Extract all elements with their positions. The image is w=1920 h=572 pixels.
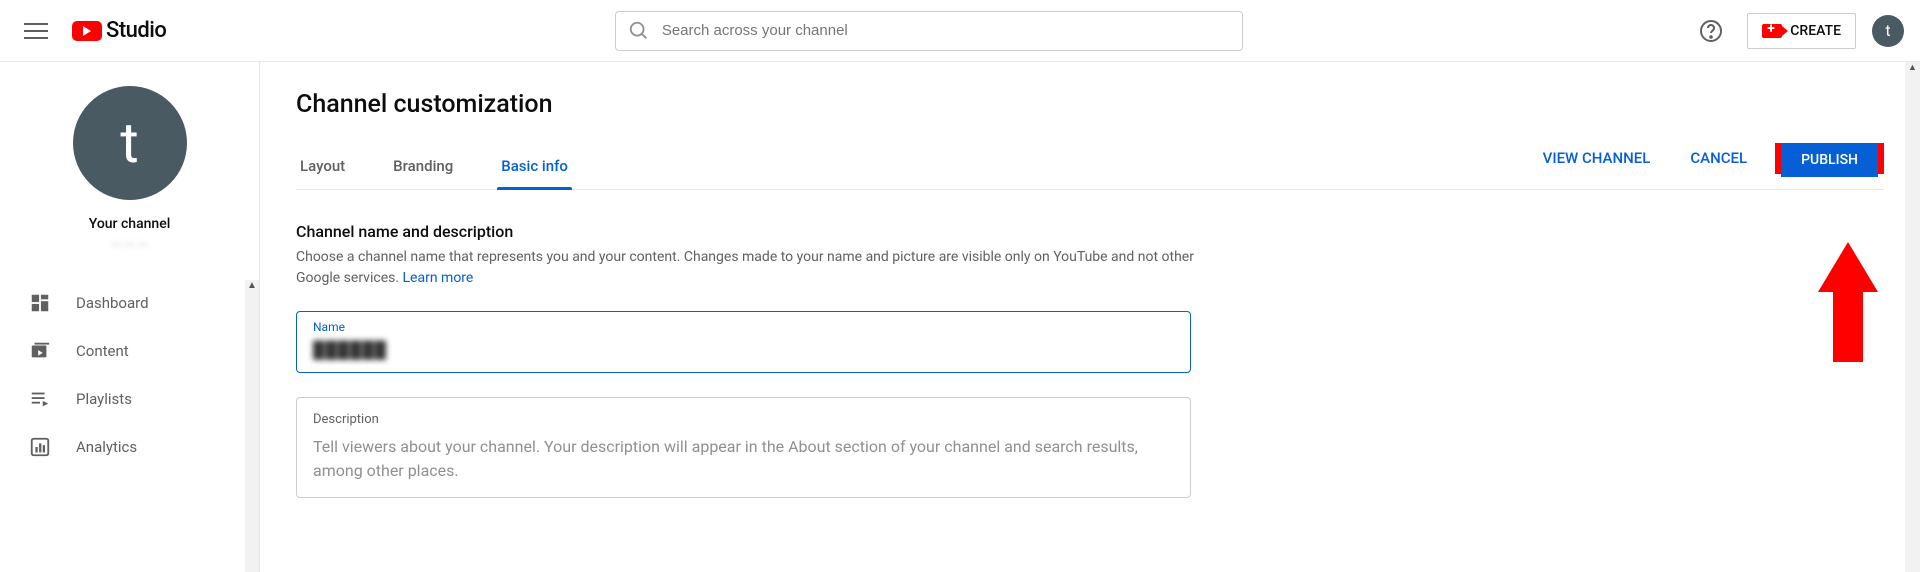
tab-header: Layout Branding Basic info VIEW CHANNEL …	[296, 143, 1884, 190]
search-icon	[628, 20, 650, 42]
sidebar-item-label: Dashboard	[76, 294, 149, 312]
name-field[interactable]: Name ██████	[296, 311, 1191, 373]
sidebar-scrollbar[interactable]: ▲	[245, 280, 259, 572]
sidebar-header: t Your channel — — —	[0, 62, 259, 271]
account-avatar[interactable]: t	[1872, 15, 1904, 47]
sidebar-item-label: Playlists	[76, 390, 132, 408]
tab-layout[interactable]: Layout	[296, 143, 349, 189]
tab-basic-info[interactable]: Basic info	[497, 143, 572, 189]
description-field[interactable]: Description Tell viewers about your chan…	[296, 397, 1191, 498]
publish-button[interactable]: PUBLISH	[1781, 143, 1878, 177]
playlists-icon	[28, 387, 52, 411]
channel-name: — — —	[111, 238, 148, 253]
page-title: Channel customization	[296, 90, 1884, 119]
channel-avatar[interactable]: t	[73, 86, 187, 200]
your-channel-label: Your channel	[89, 216, 171, 232]
arrow-up-icon	[1818, 242, 1878, 292]
section-title: Channel name and description	[296, 222, 1196, 241]
help-icon[interactable]	[1691, 11, 1731, 51]
page-scrollbar[interactable]: ▲	[1905, 62, 1920, 572]
section-description: Choose a channel name that represents yo…	[296, 247, 1196, 289]
main-content: Channel customization Layout Branding Ba…	[260, 62, 1920, 572]
search-input[interactable]	[662, 22, 1230, 39]
create-camera-icon	[1762, 24, 1782, 38]
scroll-up-icon: ▲	[247, 280, 257, 291]
header-actions: VIEW CHANNEL CANCEL PUBLISH	[1531, 139, 1884, 177]
sidebar-item-dashboard[interactable]: Dashboard	[0, 279, 259, 327]
description-placeholder: Tell viewers about your channel. Your de…	[313, 435, 1174, 483]
name-field-value[interactable]: ██████	[313, 340, 1174, 360]
channel-avatar-letter: t	[120, 110, 138, 176]
learn-more-link[interactable]: Learn more	[403, 270, 474, 286]
dashboard-icon	[28, 291, 52, 315]
sidebar-item-analytics[interactable]: Analytics	[0, 423, 259, 471]
cancel-button[interactable]: CANCEL	[1678, 139, 1759, 177]
content-icon	[28, 339, 52, 363]
create-button[interactable]: CREATE	[1747, 13, 1856, 49]
search-box[interactable]	[615, 11, 1243, 51]
sidebar-item-label: Analytics	[76, 438, 137, 456]
view-channel-button[interactable]: VIEW CHANNEL	[1531, 139, 1663, 177]
name-field-label: Name	[313, 320, 1174, 334]
top-bar: Studio CREATE t	[0, 0, 1920, 62]
name-description-section: Channel name and description Choose a ch…	[296, 222, 1196, 498]
sidebar: t Your channel — — — Dashboard Content	[0, 62, 260, 572]
search-container	[166, 11, 1691, 51]
tab-branding[interactable]: Branding	[389, 143, 457, 189]
youtube-play-icon	[72, 21, 102, 41]
publish-highlight: PUBLISH	[1775, 143, 1884, 174]
annotation-arrow	[1818, 242, 1878, 362]
body: t Your channel — — — Dashboard Content	[0, 62, 1920, 572]
top-actions: CREATE t	[1691, 11, 1904, 51]
youtube-studio-logo[interactable]: Studio	[72, 18, 166, 43]
avatar-letter: t	[1885, 21, 1890, 40]
analytics-icon	[28, 435, 52, 459]
tabs: Layout Branding Basic info	[296, 143, 572, 189]
logo-text: Studio	[106, 18, 166, 43]
create-label: CREATE	[1790, 23, 1841, 39]
sidebar-nav: Dashboard Content Playlists Analytics	[0, 271, 259, 471]
scroll-up-icon: ▲	[1905, 62, 1920, 73]
sidebar-item-label: Content	[76, 342, 129, 360]
description-field-label: Description	[313, 412, 1174, 427]
menu-icon[interactable]	[16, 11, 56, 51]
sidebar-item-playlists[interactable]: Playlists	[0, 375, 259, 423]
sidebar-item-content[interactable]: Content	[0, 327, 259, 375]
